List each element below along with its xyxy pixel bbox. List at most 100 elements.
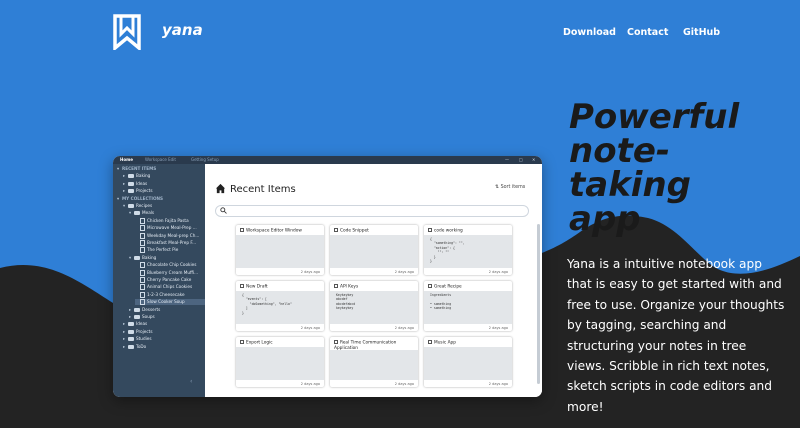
note-card[interactable]: Real Time Communication Application 2 day…: [330, 337, 418, 387]
note-card-preview: [236, 235, 324, 268]
tree-note-item[interactable]: Blueberry Cream Muffi...: [135, 269, 205, 276]
hero-description: Yana is a intuitive notebook app that is…: [567, 257, 785, 414]
tree-folder-item[interactable]: ▸ Ideas: [123, 181, 205, 187]
scrollbar[interactable]: [537, 224, 540, 384]
tree-note-item[interactable]: The Perfect Pie: [135, 247, 205, 254]
note-card-title-text: New Draft: [246, 284, 268, 290]
tree-item-label: Animal Chips Cookies: [147, 284, 193, 290]
note-icon: [140, 240, 145, 246]
note-card[interactable]: New Draft { "events": [ "doSomething", "h…: [236, 281, 324, 331]
minimize-icon[interactable]: —: [505, 157, 509, 162]
note-card-date: 2 days ago: [300, 382, 320, 386]
tree-item-label: Ideas: [136, 321, 148, 327]
note-card-title: Real Time Communication Application: [334, 340, 414, 351]
search-input[interactable]: [215, 205, 529, 217]
note-icon: [140, 284, 145, 291]
collapse-sidebar-icon[interactable]: ‹: [190, 378, 192, 385]
note-card-preview-text: Ingredients • something • something: [430, 293, 452, 311]
note-card-title: Workspace Editor Window: [240, 228, 320, 234]
note-card-title-text: Workspace Editor Window: [246, 228, 302, 234]
code-icon: [334, 284, 338, 288]
tree-note-item[interactable]: Microwave Meal-Prep ...: [135, 225, 205, 232]
tree-item-label: Baking: [136, 173, 151, 179]
note-card-preview: [236, 347, 324, 380]
note-card[interactable]: Workspace Editor Window 2 days ago: [236, 225, 324, 275]
tree-note-item[interactable]: Weekday Meal-prep Ch...: [135, 232, 205, 239]
app-screenshot: Home Workspace Edit Getting Setup — □ ✕ …: [113, 156, 542, 397]
tree-folder-item[interactable]: ▸ Soups: [129, 314, 205, 320]
tree-note-item[interactable]: Animal Chips Cookies: [135, 284, 205, 291]
note-card-title-text: Great Recipe: [434, 284, 462, 290]
folder-icon: [134, 255, 140, 260]
tree-item-label: Cherry Pancake Cake: [147, 277, 192, 282]
maximize-icon[interactable]: □: [519, 157, 523, 162]
tree-folder-item[interactable]: ▸ ToDo: [123, 344, 205, 350]
tree-item-label: Desserts: [142, 306, 161, 312]
note-icon: [140, 277, 145, 283]
note-card-date: 2 days ago: [488, 326, 508, 330]
tree-note-item[interactable]: Cherry Pancake Cake: [135, 277, 205, 283]
folder-icon: [134, 307, 140, 312]
tree-folder-item[interactable]: ▾ Baking: [129, 255, 205, 261]
tree-item-label: 1-2-3 Cheesecake: [147, 291, 185, 297]
sidebar-tree: ▾ RECENT ITEMS ▸ Baking ▸ Ideas ▸ Projects ▾ MY C…: [113, 164, 205, 397]
tree-folder-item[interactable]: ▾ Recipes: [123, 203, 205, 209]
tree-item-label: Chocolate Chip Cookies: [147, 262, 197, 268]
tree-item-label: Meals: [142, 210, 155, 216]
note-icon: [140, 299, 145, 306]
code-icon: [334, 228, 338, 232]
note-card[interactable]: Great Recipe Ingredients • something • so…: [424, 281, 512, 331]
tree-item-label: Soups: [142, 314, 155, 319]
folder-icon: [128, 344, 134, 349]
tree-folder-item[interactable]: ▸ Baking: [123, 173, 205, 179]
tree-note-item[interactable]: Slow Cooker Soup: [135, 299, 205, 306]
close-icon[interactable]: ✕: [532, 157, 535, 162]
folder-icon: [134, 211, 140, 216]
folder-icon: [128, 329, 134, 334]
tree-section-header[interactable]: ▾ RECENT ITEMS: [117, 166, 205, 172]
tab-getting-setup[interactable]: Getting Setup: [191, 157, 219, 162]
nav-github-link[interactable]: GitHub: [683, 27, 720, 38]
note-card-preview-text: { "events": [ "doSomething", "hello" ] }: [242, 293, 292, 315]
note-card[interactable]: Code Snippet 2 days ago: [330, 225, 418, 275]
folder-icon: [128, 322, 134, 327]
tree-item-label: RECENT ITEMS: [122, 166, 157, 171]
tree-section-header[interactable]: ▾ MY COLLECTIONS: [117, 196, 205, 202]
tree-note-item[interactable]: Chocolate Chip Cookies: [135, 262, 205, 269]
nav-contact-link[interactable]: Contact: [627, 27, 668, 38]
tree-folder-item[interactable]: ▾ Meals: [129, 210, 205, 216]
tab-home[interactable]: Home: [120, 157, 133, 162]
tree-folder-item[interactable]: ▸ Studies: [123, 336, 205, 342]
note-card[interactable]: Export Logic 2 days ago: [236, 337, 324, 387]
tree-item-label: Recipes: [136, 203, 153, 208]
note-card[interactable]: code working { "something": "", "action":…: [424, 225, 512, 275]
note-card-title-text: Real Time Communication Application: [334, 340, 397, 351]
tree-item-label: Microwave Meal-Prep ...: [147, 225, 197, 231]
tree-item-label: The Perfect Pie: [147, 247, 179, 253]
tree-item-label: Breakfast Meal-Prep F...: [147, 240, 197, 245]
note-card-date: 2 days ago: [394, 382, 414, 386]
hero-headline: Powerful note- taking app: [569, 100, 789, 236]
tree-folder-item[interactable]: ▸ Ideas: [123, 321, 205, 327]
tree-note-item[interactable]: Breakfast Meal-Prep F...: [135, 240, 205, 246]
tree-folder-item[interactable]: ▸ Projects: [123, 188, 205, 194]
tree-note-item[interactable]: 1-2-3 Cheesecake: [135, 291, 205, 298]
bookmark-w-logo-icon[interactable]: [113, 14, 141, 50]
tree-folder-item[interactable]: ▸ Projects: [123, 329, 205, 335]
tab-workspace-edit[interactable]: Workspace Edit: [145, 157, 176, 162]
note-icon: [140, 262, 145, 269]
note-card-title: code working: [428, 228, 508, 234]
sort-items-button[interactable]: ⇅ Sort items: [495, 185, 525, 190]
note-card-title: Export Logic: [240, 340, 320, 346]
note-card-date: 2 days ago: [300, 270, 320, 274]
tree-note-item[interactable]: Chicken Fajita Pasta: [135, 217, 205, 224]
tree-folder-item[interactable]: ▸ Desserts: [129, 307, 205, 313]
note-card[interactable]: Music App 2 days ago: [424, 337, 512, 387]
text-icon: [428, 340, 432, 344]
brand-name[interactable]: yana: [162, 21, 203, 39]
note-card-preview: [424, 347, 512, 380]
tree-item-label: MY COLLECTIONS: [122, 195, 164, 201]
nav-download-link[interactable]: Download: [563, 27, 616, 38]
note-card[interactable]: API Keys Keykeykey abcdef abcdefabcd keyk…: [330, 281, 418, 331]
folder-icon: [128, 189, 134, 194]
